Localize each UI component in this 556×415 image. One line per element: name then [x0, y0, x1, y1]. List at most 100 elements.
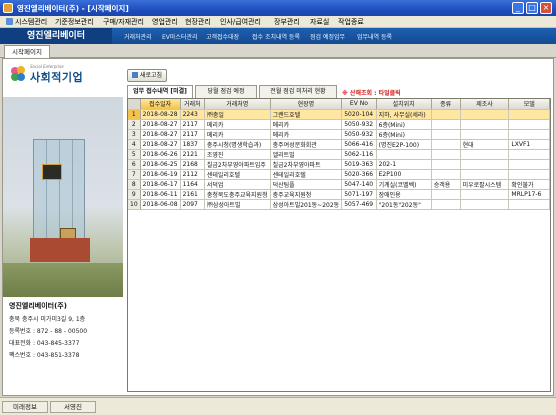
- table-cell[interactable]: 덕산팀플: [270, 179, 343, 190]
- table-cell[interactable]: 2161: [180, 189, 205, 200]
- table-cell[interactable]: 5020-104: [341, 109, 377, 120]
- table-row[interactable]: 4 2018-08-27 1837 충주시청(명생학습과) 충주여성문화회관 5066-4…: [128, 139, 550, 150]
- table-row[interactable]: 5 2018-06-26 2121 조영진 엘리트빌 5062-116: [128, 149, 550, 160]
- table-cell[interactable]: 5071-197: [341, 189, 377, 200]
- menu-item-sales[interactable]: 영업관리: [152, 17, 178, 27]
- table-cell[interactable]: [431, 199, 461, 210]
- minimize-button[interactable]: _: [512, 2, 524, 14]
- table-cell[interactable]: LXVF1: [508, 139, 550, 150]
- nav-client[interactable]: 거래처관리: [124, 32, 152, 41]
- table-row[interactable]: 8 2018-06-17 1164 서덕업 덕산팀플 5047-140 기계실(코멜벡) 승객…: [128, 179, 550, 190]
- table-cell[interactable]: [431, 139, 461, 150]
- tab-start-page[interactable]: 시작페이지: [4, 45, 50, 58]
- table-cell[interactable]: 2243: [180, 109, 205, 120]
- table-cell[interactable]: 메리카: [270, 119, 343, 130]
- nav-action-register[interactable]: 접수 조치내역 등록: [252, 32, 300, 41]
- table-cell[interactable]: MRLP17-6: [508, 189, 550, 200]
- table-cell[interactable]: 충주시청(명생학습과): [204, 139, 271, 150]
- table-cell[interactable]: 6층(Mini): [376, 119, 432, 130]
- table-cell[interactable]: 충주교육지원청: [270, 189, 343, 200]
- column-header[interactable]: 제조사: [460, 99, 510, 110]
- table-cell[interactable]: [376, 149, 432, 160]
- table-cell[interactable]: (명진E2P-100): [376, 139, 432, 150]
- table-cell[interactable]: 장애인용: [376, 189, 432, 200]
- row-number[interactable]: 10: [128, 199, 141, 210]
- table-cell[interactable]: [508, 199, 550, 210]
- table-cell[interactable]: 엘리트빌: [270, 149, 343, 160]
- table-cell[interactable]: 5050-932: [341, 119, 377, 130]
- menu-item-purchase[interactable]: 구매/자재관리: [103, 17, 144, 27]
- table-cell[interactable]: 2018-08-27: [140, 119, 181, 130]
- menu-item-exit[interactable]: 작업종료: [338, 17, 364, 27]
- tab-received-pending[interactable]: 업무 접수내역 [미결]: [127, 85, 193, 99]
- menu-item-hr[interactable]: 인사/급여관리: [220, 17, 261, 27]
- tab-monthly-inspection[interactable]: 당월 점검 예정: [195, 85, 257, 98]
- close-button[interactable]: ×: [540, 2, 552, 14]
- table-cell[interactable]: 센테일리호텔: [270, 169, 343, 180]
- table-cell[interactable]: ㈜삼성아트빌: [204, 199, 271, 210]
- table-cell[interactable]: [508, 149, 550, 160]
- row-number[interactable]: 1: [128, 109, 141, 120]
- maximize-button[interactable]: □: [526, 2, 538, 14]
- table-cell[interactable]: [460, 109, 510, 120]
- tab-last-month-unprocessed[interactable]: 전월 점검 미처리 현황: [259, 85, 337, 98]
- table-cell[interactable]: [460, 149, 510, 160]
- table-row[interactable]: 10 2018-06-08 2097 ㈜삼성아트빌 삼성아트빌201동~202동 5057…: [128, 199, 550, 210]
- nav-inspection-plan[interactable]: 점검 예정업무: [310, 32, 345, 41]
- table-cell[interactable]: 5057-469: [341, 199, 377, 210]
- table-cell[interactable]: 6층(Mini): [376, 129, 432, 140]
- row-number[interactable]: 3: [128, 129, 141, 140]
- table-cell[interactable]: 2018-08-28: [140, 109, 181, 120]
- column-header[interactable]: 접수일자: [140, 99, 181, 110]
- table-cell[interactable]: 2018-06-19: [140, 169, 181, 180]
- table-cell[interactable]: 2018-06-17: [140, 179, 181, 190]
- table-cell[interactable]: 2117: [180, 129, 205, 140]
- table-cell[interactable]: 삼성아트빌201동~202동: [270, 199, 343, 210]
- table-cell[interactable]: 5066-416: [341, 139, 377, 150]
- column-header[interactable]: 거래처명: [204, 99, 271, 110]
- table-cell[interactable]: 메리카: [204, 119, 271, 130]
- table-cell[interactable]: 1164: [180, 179, 205, 190]
- row-number[interactable]: 8: [128, 179, 141, 190]
- table-cell[interactable]: [460, 189, 510, 200]
- row-number[interactable]: 2: [128, 119, 141, 130]
- table-cell[interactable]: 2097: [180, 199, 205, 210]
- column-header[interactable]: 현장명: [270, 99, 343, 110]
- table-cell[interactable]: 그랜드호텔: [270, 109, 343, 120]
- table-cell[interactable]: 2018-08-27: [140, 129, 181, 140]
- table-cell[interactable]: 서덕업: [204, 179, 271, 190]
- table-cell[interactable]: [508, 119, 550, 130]
- menu-item-ledger[interactable]: 장부관리: [274, 17, 300, 27]
- table-cell[interactable]: [431, 149, 461, 160]
- table-cell[interactable]: [431, 189, 461, 200]
- column-header[interactable]: 거래처: [180, 99, 205, 110]
- table-cell[interactable]: 5062-116: [341, 149, 377, 160]
- table-cell[interactable]: 지하, 사무실(세라): [376, 109, 432, 120]
- table-cell[interactable]: 현대: [460, 139, 510, 150]
- table-cell[interactable]: 5020-366: [341, 169, 377, 180]
- nav-customer-log[interactable]: 고객접수대장: [206, 32, 239, 41]
- table-cell[interactable]: 5050-932: [341, 129, 377, 140]
- nav-work-register[interactable]: 업무내역 등록: [357, 32, 392, 41]
- table-cell[interactable]: [508, 109, 550, 120]
- menu-item-site[interactable]: 현장관리: [185, 17, 211, 27]
- table-cell[interactable]: [460, 169, 510, 180]
- refresh-button[interactable]: 새로고침: [127, 69, 167, 82]
- table-cell[interactable]: 확인불가: [508, 179, 550, 190]
- table-row[interactable]: 3 2018-08-27 2117 메리카 메리카 5050-932 6층(Mini): [128, 129, 550, 140]
- work-grid[interactable]: 접수일자 거래처 거래처명 현장명 EV No 설치위치 종류 제조사 모델 1…: [127, 98, 551, 392]
- menu-item-system[interactable]: 시스템관리: [6, 17, 47, 27]
- table-cell[interactable]: 2018-08-27: [140, 139, 181, 150]
- row-number[interactable]: 9: [128, 189, 141, 200]
- table-cell[interactable]: [508, 129, 550, 140]
- table-cell[interactable]: [431, 119, 461, 130]
- table-cell[interactable]: [431, 129, 461, 140]
- row-number[interactable]: 5: [128, 149, 141, 160]
- table-cell[interactable]: 충주여성문화회관: [270, 139, 343, 150]
- row-number[interactable]: 6: [128, 159, 141, 170]
- table-cell[interactable]: 2018-06-08: [140, 199, 181, 210]
- column-header[interactable]: 모델: [508, 99, 550, 110]
- table-row[interactable]: 6 2018-06-25 2168 칠금2차부영아파트입주 칠금2차부영아파트 5019-…: [128, 159, 550, 170]
- table-cell[interactable]: 조영진: [204, 149, 271, 160]
- table-cell[interactable]: [460, 159, 510, 170]
